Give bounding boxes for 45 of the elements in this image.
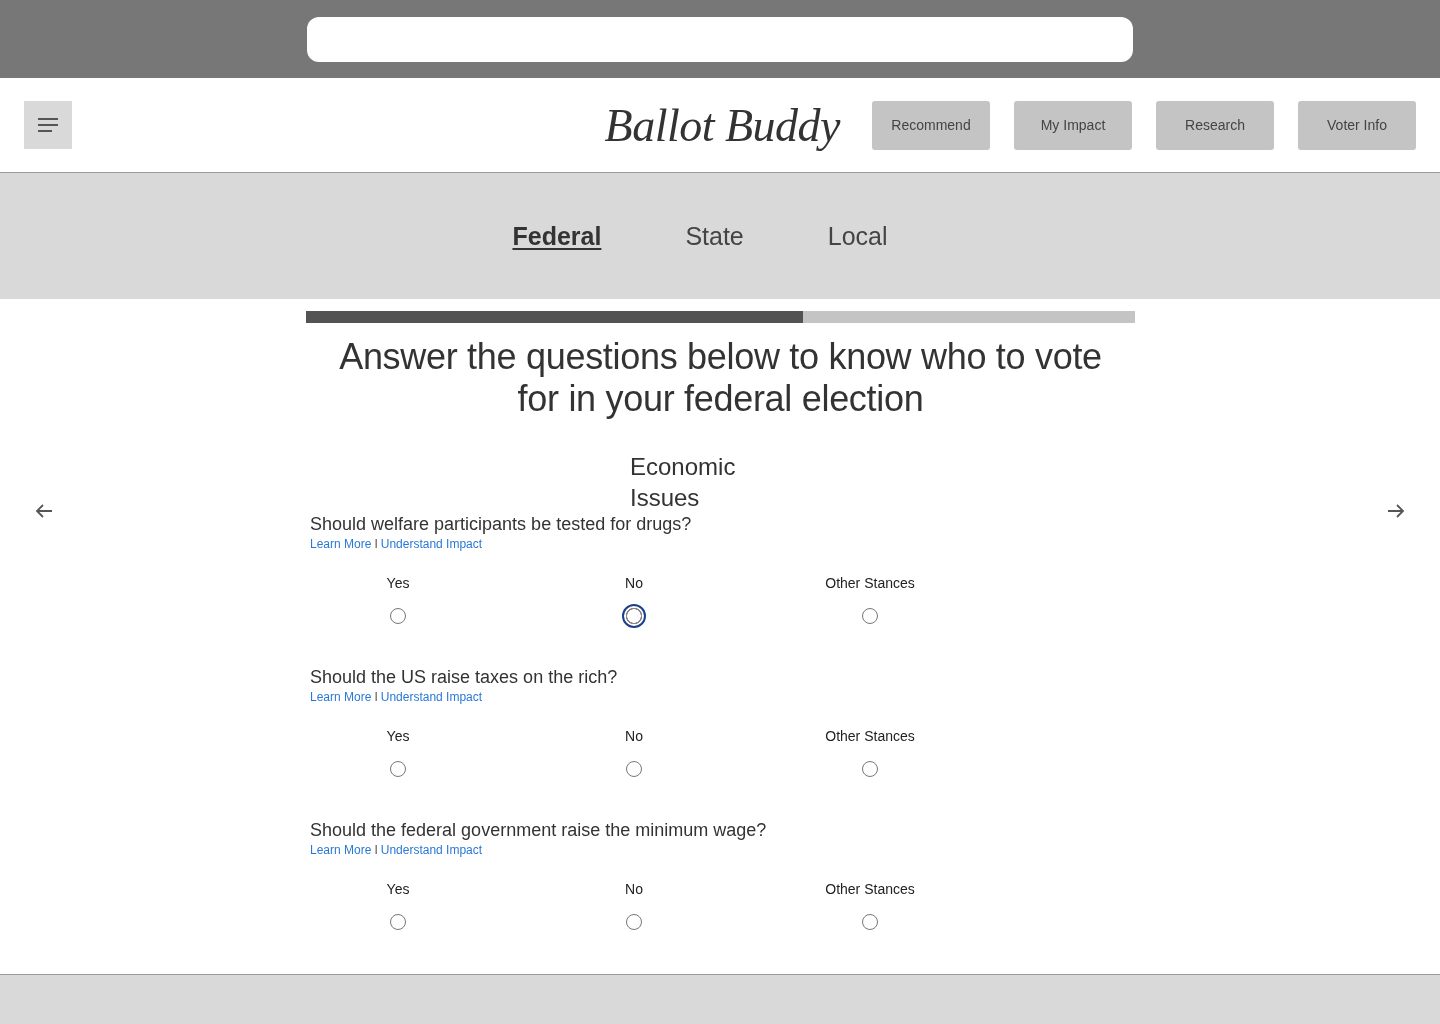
radio-button[interactable] bbox=[622, 604, 646, 628]
logo: Ballot Buddy bbox=[604, 98, 840, 152]
radio-button[interactable] bbox=[626, 761, 642, 777]
address-field[interactable] bbox=[307, 17, 1133, 62]
question-text: Should the federal government raise the minimum wage? bbox=[310, 819, 768, 841]
option-label: Yes bbox=[386, 880, 410, 898]
learn-more-link[interactable]: Learn More bbox=[310, 536, 372, 552]
impact-link[interactable]: Understand Impact bbox=[380, 689, 483, 705]
nav-button[interactable]: My Impact bbox=[1014, 100, 1132, 150]
learn-more-link[interactable]: Learn More bbox=[310, 842, 372, 858]
option-label: Other Stances bbox=[825, 727, 915, 745]
option-label: Yes bbox=[386, 727, 410, 745]
nav-button[interactable]: Recommend bbox=[872, 100, 990, 150]
separator: I bbox=[374, 536, 378, 552]
tab[interactable]: Local bbox=[827, 221, 888, 251]
learn-more-link[interactable]: Learn More bbox=[310, 689, 372, 705]
page-heading: Answer the questions below to know who to vote for in your federal election bbox=[338, 336, 1103, 420]
impact-link[interactable]: Understand Impact bbox=[380, 536, 483, 552]
tab[interactable]: State bbox=[685, 221, 744, 251]
option-label: No bbox=[625, 727, 643, 745]
radio-button[interactable] bbox=[862, 914, 878, 930]
nav-button[interactable]: Voter Info bbox=[1298, 100, 1416, 150]
nav-button[interactable]: Research bbox=[1156, 100, 1274, 150]
radio-button[interactable] bbox=[390, 914, 406, 930]
menu-icon bbox=[38, 118, 58, 132]
separator: I bbox=[374, 689, 378, 705]
left-arrow-icon[interactable] bbox=[35, 503, 53, 519]
menu-button[interactable] bbox=[24, 101, 72, 149]
option-label: Other Stances bbox=[825, 880, 915, 898]
impact-link[interactable]: Understand Impact bbox=[380, 842, 483, 858]
question-text: Should welfare participants be tested for drugs? bbox=[310, 513, 693, 535]
radio-button[interactable] bbox=[862, 608, 878, 624]
radio-button[interactable] bbox=[390, 761, 406, 777]
separator: I bbox=[374, 842, 378, 858]
tab[interactable]: Federal bbox=[512, 221, 602, 251]
option-label: Yes bbox=[386, 574, 410, 592]
option-label: No bbox=[625, 574, 643, 592]
right-arrow-icon[interactable] bbox=[1387, 503, 1405, 519]
radio-button[interactable] bbox=[390, 608, 406, 624]
section-title: Economic Issues bbox=[630, 452, 737, 513]
radio-button[interactable] bbox=[626, 914, 642, 930]
question-text: Should the US raise taxes on the rich? bbox=[310, 666, 619, 688]
option-label: Other Stances bbox=[825, 574, 915, 592]
option-label: No bbox=[625, 880, 643, 898]
radio-button[interactable] bbox=[862, 761, 878, 777]
